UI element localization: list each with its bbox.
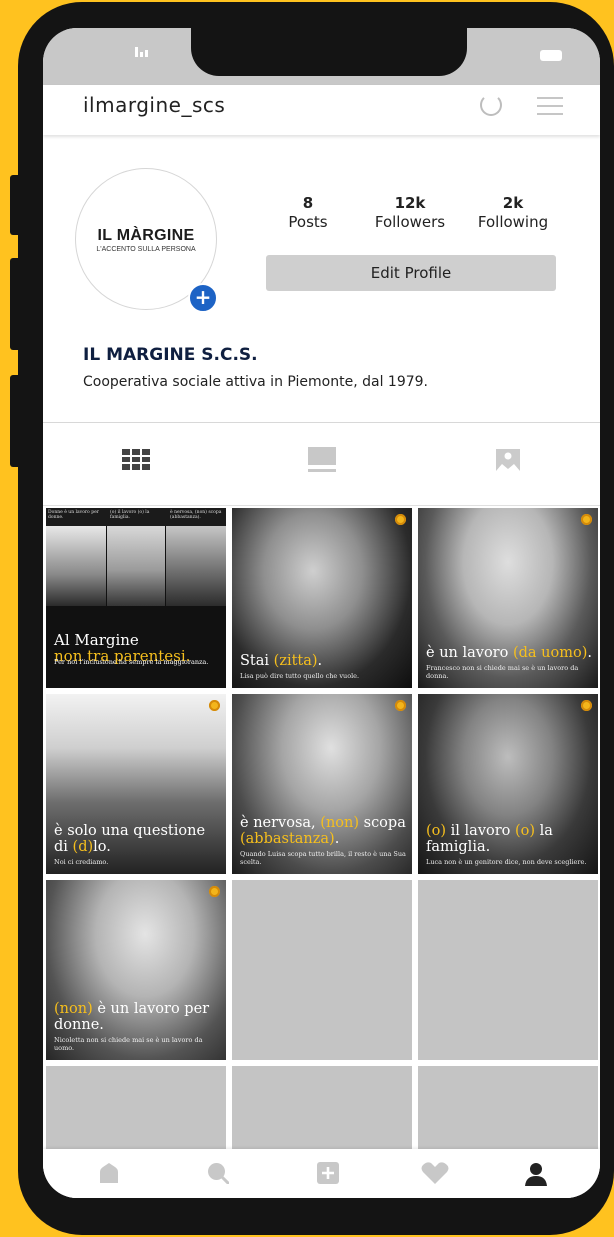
photo-woman xyxy=(166,526,226,606)
stat-label: Posts xyxy=(288,213,328,231)
phone-side-button xyxy=(10,175,22,235)
caption-title: è solo una questione di (d)lo. xyxy=(54,823,206,855)
brand-logo-icon xyxy=(209,700,220,711)
plus-icon: + xyxy=(194,285,212,309)
stat-posts[interactable]: 8 Posts xyxy=(258,194,358,231)
battery-icon xyxy=(540,50,562,61)
brand-logo-icon xyxy=(581,700,592,711)
post-caption: Stai (zitta). Lisa può dire tutto quello… xyxy=(240,653,406,680)
caption-title: (o) il lavoro (o) la famiglia. xyxy=(426,823,553,855)
logo-subtext: L'ACCENTO SULLA PERSONA xyxy=(96,246,196,253)
stat-following[interactable]: 2k Following xyxy=(463,194,563,231)
post-tile[interactable]: è nervosa, (non) scopa (abbastanza). Qua… xyxy=(232,694,412,874)
caption-subtitle: Nicoletta non si chiede mai se è un lavo… xyxy=(54,1036,203,1052)
profile-tabs xyxy=(43,422,600,506)
edit-profile-button[interactable]: Edit Profile xyxy=(266,255,556,291)
profile-icon[interactable] xyxy=(524,1162,548,1186)
photo-man xyxy=(107,526,165,606)
posts-grid: Donne è un lavoro per donne. (o) il lavo… xyxy=(43,508,600,1198)
signal-icon xyxy=(135,47,148,57)
logo-text: IL MÀRGINE xyxy=(97,227,195,244)
username: ilmargine_scs xyxy=(83,93,226,117)
grid-icon[interactable] xyxy=(122,449,150,470)
stat-value: 2k xyxy=(502,194,524,212)
list-icon[interactable] xyxy=(308,447,336,473)
brand-logo-icon xyxy=(395,514,406,525)
profile-header: ilmargine_scs xyxy=(43,85,600,135)
phone-volume-up xyxy=(10,258,22,350)
brand-logo-icon xyxy=(395,700,406,711)
post-tile[interactable]: Stai (zitta). Lisa può dire tutto quello… xyxy=(232,508,412,688)
post-caption: è solo una questione di (d)lo. Noi ci cr… xyxy=(54,823,220,866)
strip-text: è nervosa, (non) scopa (abbastanza). xyxy=(170,510,222,520)
menu-icon[interactable] xyxy=(537,97,563,121)
caption-subtitle: Per noi l'inclusione ha sempre la maggio… xyxy=(54,658,209,666)
brand-logo: IL MÀRGINE L'ACCENTO SULLA PERSONA xyxy=(76,227,216,253)
caption-subtitle: Lisa può dire tutto quello che vuole. xyxy=(240,672,360,680)
post-tile[interactable]: Donne è un lavoro per donne. (o) il lavo… xyxy=(46,508,226,688)
post-caption: è un lavoro (da uomo). Francesco non si … xyxy=(426,645,592,680)
post-placeholder xyxy=(418,880,598,1060)
caption-subtitle: Luca non è un genitore dice, non deve sc… xyxy=(426,858,587,866)
notch xyxy=(191,28,467,76)
post-tile[interactable]: (o) il lavoro (o) la famiglia. Luca non … xyxy=(418,694,598,874)
post-tile[interactable]: (non) è un lavoro per donne. Nicoletta n… xyxy=(46,880,226,1060)
stat-value: 8 xyxy=(302,194,314,212)
tagged-icon[interactable] xyxy=(495,447,521,473)
post-caption: (o) il lavoro (o) la famiglia. Luca non … xyxy=(426,823,592,866)
brand-logo-icon xyxy=(581,514,592,525)
add-story-button[interactable]: + xyxy=(188,283,218,313)
brand-logo-icon xyxy=(209,886,220,897)
post-placeholder xyxy=(232,880,412,1060)
caption-title: Stai (zitta). xyxy=(240,653,323,669)
home-icon[interactable] xyxy=(98,1162,120,1184)
post-tile[interactable]: è solo una questione di (d)lo. Noi ci cr… xyxy=(46,694,226,874)
stat-followers[interactable]: 12k Followers xyxy=(360,194,460,231)
post-tile[interactable]: è un lavoro (da uomo). Francesco non si … xyxy=(418,508,598,688)
caption-title: (non) è un lavoro per donne. xyxy=(54,1001,210,1033)
caption-subtitle: Francesco non si chiede mai se è un lavo… xyxy=(426,664,579,680)
add-icon[interactable] xyxy=(317,1162,339,1184)
strip-text: (o) il lavoro (o) la famiglia. xyxy=(110,510,150,520)
caption-subtitle: Quando Luisa scopa tutto brilla, il rest… xyxy=(240,850,406,866)
photo-group xyxy=(46,526,106,606)
post-strip: Donne è un lavoro per donne. (o) il lavo… xyxy=(46,508,226,526)
bottom-nav xyxy=(43,1149,600,1198)
caption-title: è un lavoro (da uomo). xyxy=(426,645,592,661)
post-caption: (non) è un lavoro per donne. Nicoletta n… xyxy=(54,1001,220,1052)
display-name: IL MARGINE S.C.S. xyxy=(83,345,258,365)
post-caption: è nervosa, (non) scopa (abbastanza). Qua… xyxy=(240,815,406,866)
strip-text: Donne è un lavoro per donne. xyxy=(48,510,99,520)
phone-volume-down xyxy=(10,375,22,467)
stat-label: Following xyxy=(477,213,549,231)
caption-subtitle: Noi ci crediamo. xyxy=(54,858,109,866)
search-icon[interactable] xyxy=(207,1162,229,1184)
bio: Cooperativa sociale attiva in Piemonte, … xyxy=(83,374,428,390)
phone-screen: ilmargine_scs IL MÀRGINE L'ACCENTO SULLA… xyxy=(43,28,600,1198)
caption-title: è nervosa, (non) scopa (abbastanza). xyxy=(240,815,406,847)
stat-value: 12k xyxy=(394,194,426,212)
stat-label: Followers xyxy=(374,213,446,231)
refresh-icon[interactable] xyxy=(480,94,502,116)
heart-icon[interactable] xyxy=(421,1162,449,1184)
